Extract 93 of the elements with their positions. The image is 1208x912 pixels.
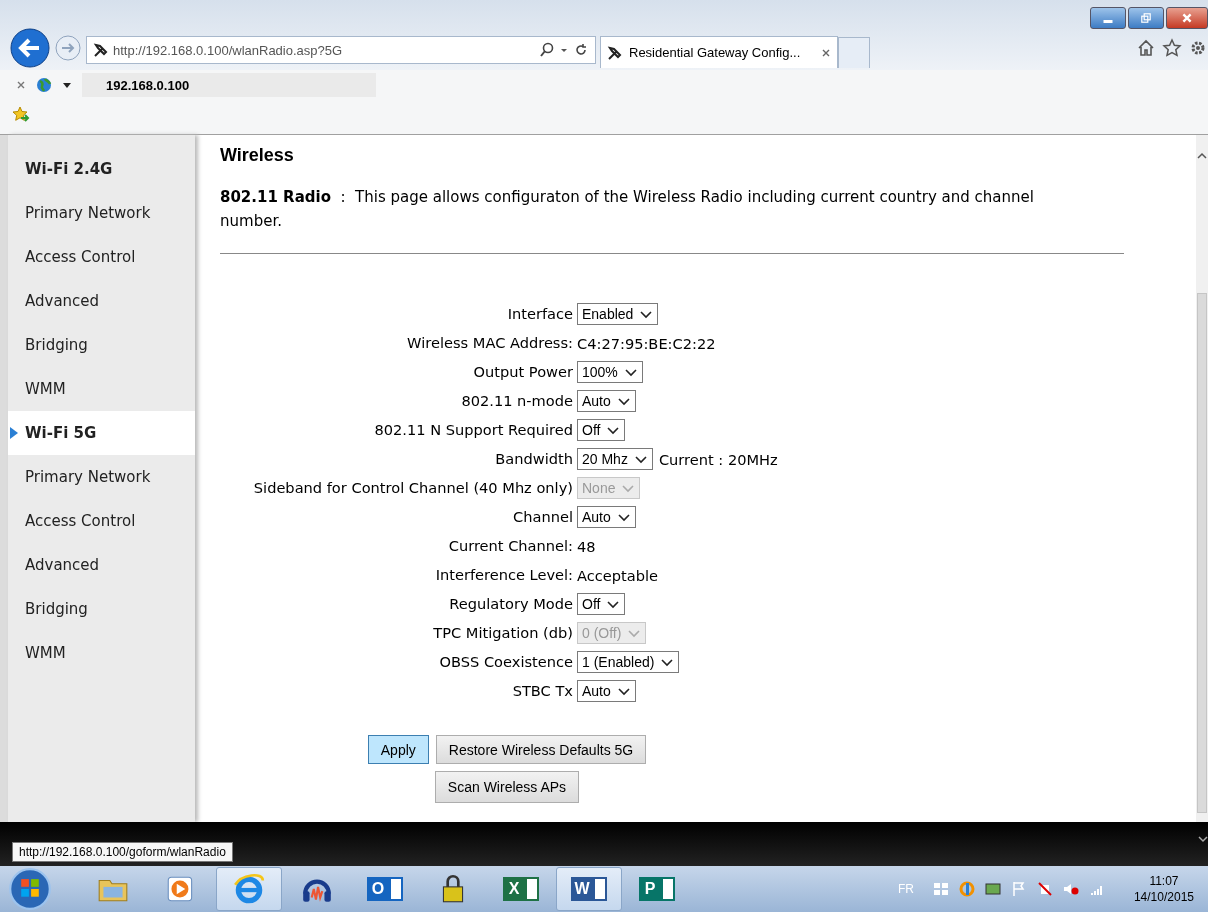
close-button[interactable] — [1166, 7, 1208, 29]
field-label: Interference Level: — [434, 565, 574, 585]
search-icon[interactable] — [539, 42, 555, 58]
address-bar[interactable]: http://192.168.0.100/wlanRadio.asp?5G — [86, 36, 596, 64]
dropdown[interactable]: Enabled — [577, 303, 659, 325]
chevron-icon — [616, 685, 631, 697]
chevron-icon — [606, 598, 621, 610]
field-label: 802.11 N Support Required — [373, 420, 574, 440]
field-value: C4:27:95:BE:C2:22 — [577, 334, 716, 352]
field-value: Acceptable — [577, 566, 658, 584]
start-button[interactable] — [8, 867, 52, 911]
scrollbar[interactable] — [1196, 135, 1208, 822]
chevron-icon — [633, 453, 648, 465]
chevron-icon[interactable] — [1198, 834, 1208, 844]
dropdown[interactable]: Auto — [577, 390, 636, 412]
sidebar-section[interactable]: Wi-Fi 2.4G — [8, 147, 195, 191]
close-icon[interactable] — [16, 80, 26, 90]
sidebar-item[interactable]: Primary Network — [8, 191, 195, 235]
favorites-icon[interactable] — [12, 106, 30, 124]
clock[interactable]: 11:07 14/10/2015 — [1133, 873, 1194, 905]
taskbar-button[interactable]: O — [352, 867, 418, 911]
star-icon[interactable] — [1162, 38, 1182, 58]
tools-icon — [93, 42, 109, 58]
close-icon[interactable] — [821, 47, 831, 58]
browser-tab[interactable]: Residential Gateway Config... — [600, 36, 838, 68]
sidebar-item[interactable]: Advanced — [8, 279, 195, 323]
sidebar-item[interactable]: Bridging — [8, 587, 195, 631]
field-label: Bandwidth — [494, 449, 574, 469]
dropdown[interactable]: Auto — [577, 506, 636, 528]
field-label: Channel — [512, 507, 574, 527]
dropdown[interactable]: Auto — [577, 680, 636, 702]
field-label: Regulatory Mode — [448, 594, 574, 614]
form-button[interactable]: Restore Wireless Defaults 5G — [435, 735, 647, 764]
home-icon[interactable] — [1136, 38, 1156, 58]
field-label: Interface — [506, 304, 574, 324]
sidebar-item[interactable]: WMM — [8, 631, 195, 675]
form-button[interactable]: Scan Wireless APs — [434, 771, 580, 803]
field-label: OBSS Coexistence — [438, 652, 574, 672]
scroll-thumb[interactable] — [1197, 293, 1207, 813]
taskbar-button[interactable]: W — [556, 867, 622, 911]
chevron-icon — [606, 424, 621, 436]
chevron-icon — [616, 511, 631, 523]
dropdown: None — [577, 477, 641, 499]
dropdown[interactable]: Off — [577, 419, 626, 441]
dropdown[interactable]: 1 (Enabled) — [577, 651, 680, 673]
field-label: 802.11 n-mode — [460, 391, 574, 411]
field-value: Current : 20MHz — [658, 450, 778, 468]
chevron-icon — [616, 395, 631, 407]
close-icon — [1181, 12, 1193, 24]
ring-icon[interactable] — [957, 880, 976, 898]
sidebar-item[interactable]: WMM — [8, 367, 195, 411]
caret-icon[interactable] — [62, 80, 72, 90]
toolbar-address-field[interactable]: 192.168.0.100 — [82, 73, 376, 97]
field-label: Output Power — [472, 362, 574, 382]
field-label: STBC Tx — [511, 681, 574, 701]
chevron-icon — [639, 308, 654, 320]
globe-icon[interactable] — [36, 77, 52, 93]
sidebar-item[interactable]: Advanced — [8, 543, 195, 587]
chevron-icon — [623, 366, 638, 378]
page-title: Wireless — [220, 145, 295, 167]
field-label: Wireless MAC Address: — [406, 333, 574, 353]
taskbar-button[interactable]: P — [624, 867, 690, 911]
form-button[interactable]: Apply — [367, 735, 429, 764]
sidebar-section[interactable]: Wi-Fi 5G — [8, 411, 195, 455]
intro-text: 802.11 Radio : This page allows configuraton of the Wireless Radio including current country and channel number. — [220, 187, 1035, 232]
browser-icon — [232, 872, 266, 906]
minimize-button[interactable] — [1090, 7, 1126, 29]
chevron-icon — [621, 482, 636, 494]
field-label: TPC Mitigation (db) — [432, 623, 574, 643]
restore-button[interactable] — [1128, 7, 1164, 29]
monitor-icon[interactable] — [983, 880, 1002, 898]
dropdown[interactable]: 100% — [577, 361, 643, 383]
restore-icon — [1140, 12, 1152, 24]
field-label: Current Channel: — [447, 536, 574, 556]
tools-icon — [607, 44, 623, 61]
dropdown[interactable]: 20 Mhz — [577, 448, 653, 470]
status-url: http://192.168.0.100/goform/wlanRadio — [12, 842, 233, 862]
minimize-icon — [1103, 19, 1113, 23]
sidebar-item[interactable]: Primary Network — [8, 455, 195, 499]
sidebar-item[interactable]: Access Control — [8, 499, 195, 543]
chevron-icon — [660, 656, 675, 668]
back-button[interactable] — [10, 28, 50, 68]
refresh-icon[interactable] — [573, 42, 589, 58]
field-value: 48 — [577, 537, 596, 555]
sidebar-item[interactable]: Access Control — [8, 235, 195, 279]
taskbar-button[interactable]: X — [488, 867, 554, 911]
field-label: Sideband for Control Channel (40 Mhz only) — [252, 478, 574, 498]
triangle-icon — [10, 427, 18, 439]
dropdown[interactable]: Off — [577, 593, 626, 615]
scroll-up-icon[interactable] — [1197, 151, 1207, 161]
chevron-icon — [627, 627, 642, 639]
dropdown: 0 (Off) — [577, 622, 647, 644]
sidebar-item[interactable]: Bridging — [8, 323, 195, 367]
